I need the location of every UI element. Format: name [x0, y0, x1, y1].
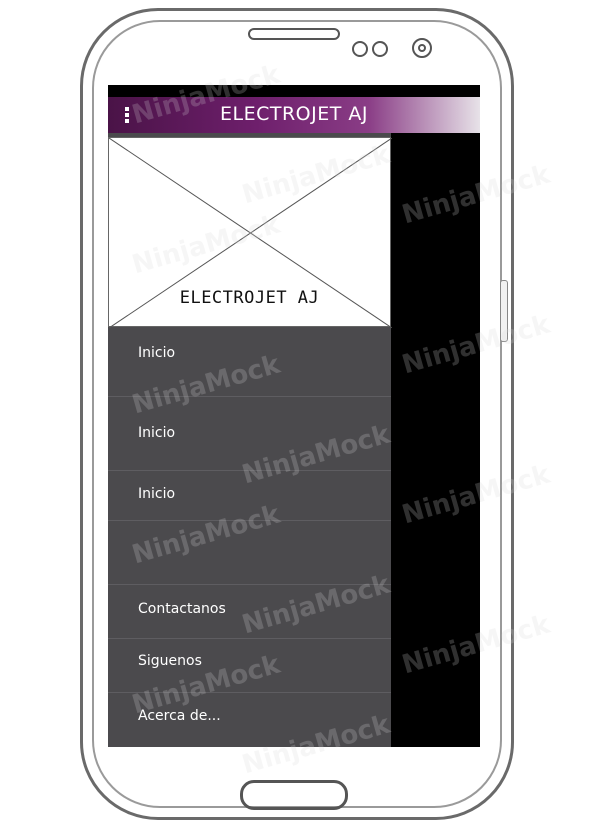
light-sensor-icon — [372, 41, 388, 57]
side-key — [500, 280, 508, 342]
drawer-item-label: Inicio — [138, 425, 176, 441]
navigation-drawer: ELECTROJET AJ Inicio Inicio Inicio Conta… — [108, 133, 392, 747]
drawer-item-acerca[interactable]: Acerca de... — [108, 693, 391, 747]
drawer-item-inicio-2[interactable]: Inicio — [108, 397, 391, 471]
drawer-item-contactanos[interactable]: Contactanos — [108, 585, 391, 639]
home-button[interactable] — [240, 780, 348, 810]
drawer-item-label: Siguenos — [138, 653, 202, 669]
proximity-sensor-icon — [352, 41, 368, 57]
drawer-item-empty[interactable] — [108, 521, 391, 585]
drawer-item-label: Acerca de... — [138, 708, 221, 724]
drawer-item-inicio[interactable]: Inicio — [108, 327, 391, 397]
front-camera-icon — [412, 38, 432, 58]
drawer-header: ELECTROJET AJ — [108, 137, 392, 328]
drawer-item-label: Inicio — [138, 345, 176, 361]
drawer-header-title: ELECTROJET AJ — [179, 288, 320, 308]
app-bar: ELECTROJET AJ — [108, 97, 480, 133]
app-title: ELECTROJET AJ — [220, 103, 368, 125]
drawer-item-label: Contactanos — [138, 601, 226, 617]
drawer-item-inicio-3[interactable]: Inicio — [108, 471, 391, 521]
drawer-item-label: Inicio — [138, 486, 176, 502]
screen: ELECTROJET AJ ELECTROJET AJ Inicio Inici… — [108, 85, 480, 747]
speaker-grille — [248, 28, 340, 40]
drawer-item-siguenos[interactable]: Siguenos — [108, 639, 391, 693]
